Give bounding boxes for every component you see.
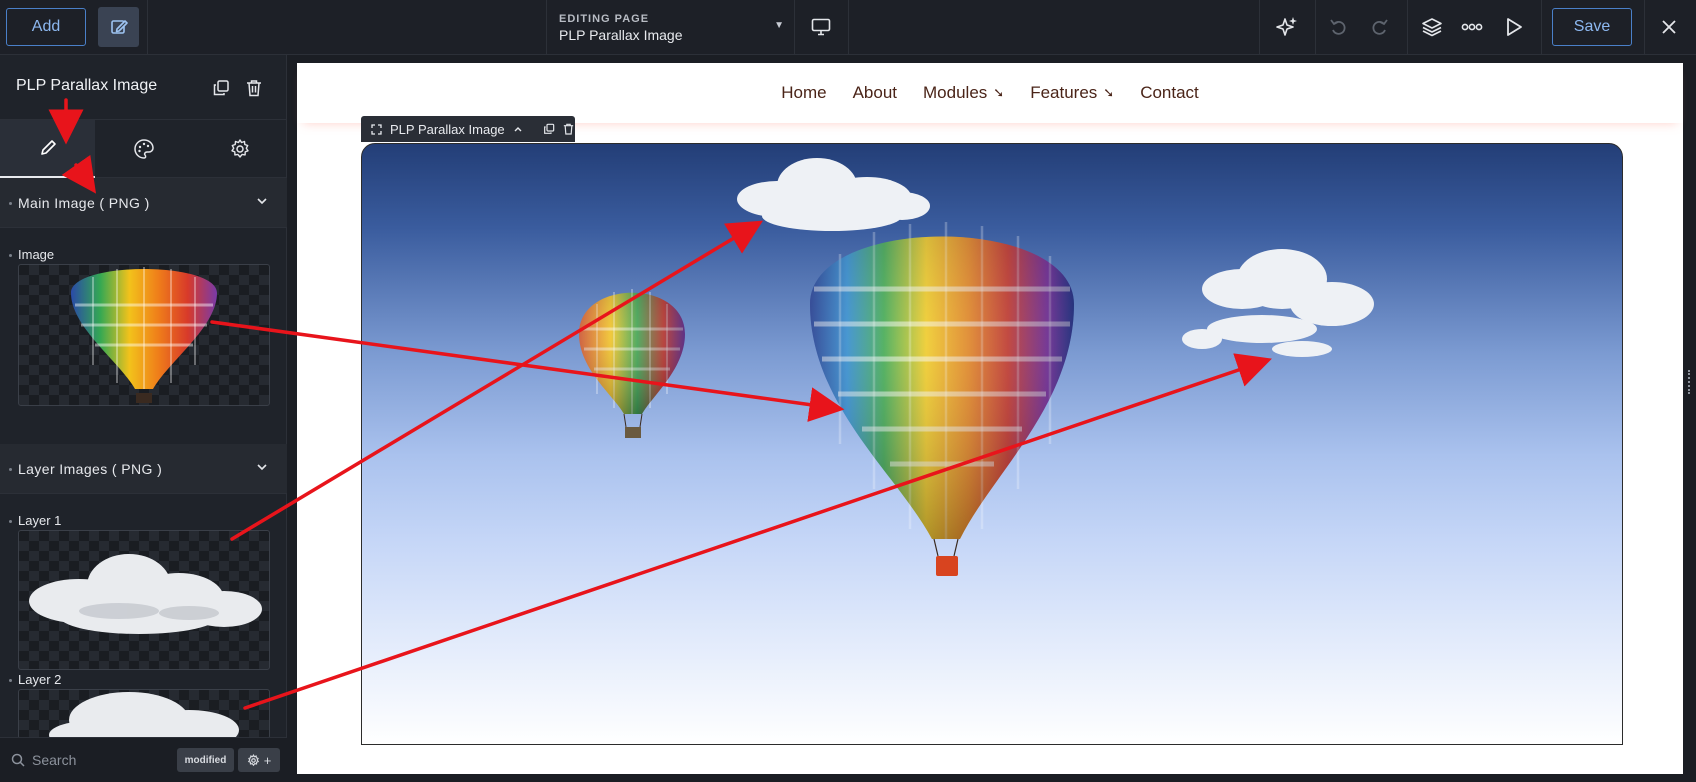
page-selector[interactable]: EDITING PAGE PLP Parallax Image ▼ [546,0,794,55]
ai-sparkle-icon[interactable] [1274,14,1300,40]
save-button[interactable]: Save [1552,8,1632,46]
undo-icon[interactable] [1326,14,1352,40]
nav-item-contact[interactable]: Contact [1140,83,1199,103]
layers-icon[interactable] [1419,14,1445,40]
panel-footer: Search modified + [0,737,287,782]
small-balloon [579,289,685,438]
page-title: PLP Parallax Image [559,27,683,43]
palette-icon [133,139,154,159]
layer-1-preview[interactable] [18,530,270,670]
layer-2-preview[interactable] [18,689,270,739]
divider [848,0,849,55]
redo-icon[interactable] [1366,14,1392,40]
field-label: Layer 2 [18,672,62,687]
module-tag[interactable]: PLP Parallax Image [361,116,575,142]
desktop-icon[interactable] [808,14,834,40]
expand-icon [371,123,382,135]
search-input[interactable]: Search [32,752,76,768]
plus-icon: + [263,752,272,768]
nav-item-modules[interactable]: Modules ➘ [923,83,1004,103]
caret-down-icon: ▼ [774,20,784,31]
play-icon[interactable] [1501,14,1527,40]
divider [1259,0,1260,55]
edit-icon [110,20,128,34]
top-toolbar: Add EDITING PAGE PLP Parallax Image ▼ Sa… [0,0,1696,55]
arrow-down-right-icon: ➘ [993,85,1005,100]
cloud-thumbnail [49,692,239,738]
nav-item-home[interactable]: Home [781,83,826,103]
tab-style[interactable] [96,120,191,178]
editor-canvas: Home About Modules ➘ Features ➘ Contact PL… [287,55,1696,782]
edit-mode-button[interactable] [98,7,139,47]
editing-page-label: EDITING PAGE [559,13,650,25]
resize-handle[interactable] [1688,370,1694,394]
nav-label: Features [1030,83,1098,102]
nav-label: Contact [1140,83,1199,102]
divider [794,0,795,55]
modified-badge[interactable]: modified [177,748,234,772]
balloon-thumbnail [71,267,217,403]
cloud-layer-2 [1182,249,1374,357]
panel-tabs [0,120,287,178]
section-main-image[interactable]: Main Image ( PNG ) [0,178,287,228]
bullet [9,679,12,682]
chevron-up-icon[interactable] [513,124,523,134]
parallax-scene [579,158,1374,576]
nav-item-features[interactable]: Features ➘ [1030,83,1114,103]
add-button[interactable]: Add [6,8,86,46]
tab-content[interactable] [0,120,95,178]
arrow-down-right-icon: ➘ [1103,85,1115,100]
field-label: Layer 1 [18,513,62,528]
nav-label: About [852,83,898,102]
field-label: Image [18,247,55,262]
divider [1407,0,1408,55]
trash-icon[interactable] [563,123,574,135]
nav-label: Home [781,83,827,102]
gear-icon [230,139,249,158]
divider [1315,0,1316,55]
chevron-down-icon [257,198,267,205]
section-title: Layer Images ( PNG ) [18,461,163,477]
section-layer-images[interactable]: Layer Images ( PNG ) [0,444,287,494]
tab-settings[interactable] [192,120,287,178]
divider [147,0,148,55]
pencil-icon [40,140,56,155]
panel-header: PLP Parallax Image [0,55,287,120]
panel-title: PLP Parallax Image [16,77,158,94]
nav-label: Modules [923,83,988,102]
section-title: Main Image ( PNG ) [18,195,150,211]
chevron-down-icon [257,464,267,471]
bullet [9,254,12,257]
main-balloon [810,222,1074,576]
bullet [9,468,12,471]
more-icon[interactable] [1459,14,1485,40]
global-settings-button[interactable]: + [238,748,280,772]
duplicate-icon[interactable] [208,75,234,101]
bullet [9,520,12,523]
divider [1541,0,1542,55]
parallax-image-module[interactable] [361,143,1623,745]
search-icon [11,753,25,767]
cloud-layer-1 [737,158,930,231]
trash-icon[interactable] [241,75,267,101]
image-preview[interactable] [18,264,270,406]
divider [1644,0,1645,55]
nav-item-about[interactable]: About [853,83,897,103]
cloud-thumbnail [29,554,262,634]
module-name: PLP Parallax Image [390,121,505,137]
duplicate-icon[interactable] [543,123,555,135]
site-navigation: Home About Modules ➘ Features ➘ Contact [297,63,1683,123]
gear-icon [247,753,259,766]
bullet [9,202,12,205]
close-icon[interactable] [1656,14,1682,40]
page-preview: Home About Modules ➘ Features ➘ Contact PL… [297,63,1683,774]
settings-panel: PLP Parallax Image Main Image ( PNG ) Im… [0,55,287,782]
